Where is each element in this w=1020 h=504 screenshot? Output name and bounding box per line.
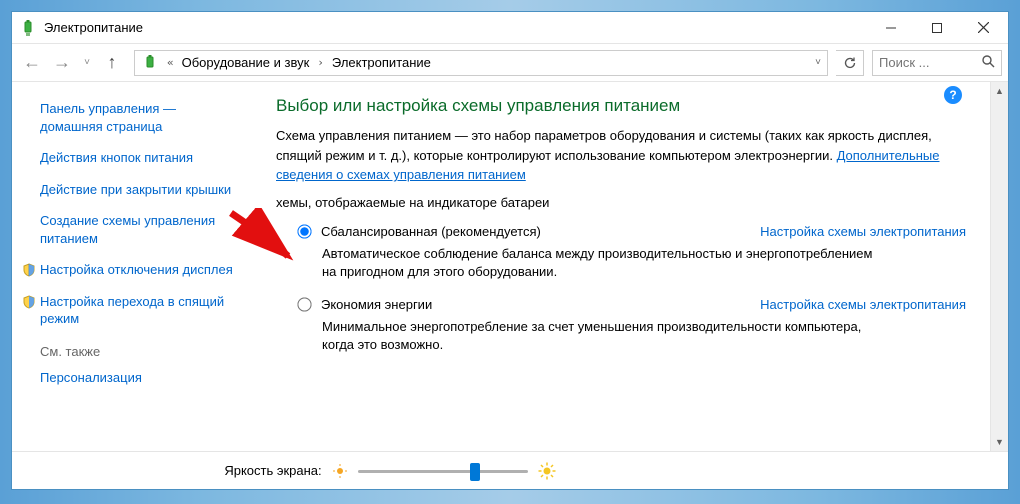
plan-description: Минимальное энергопотребление за счет ум… [322,318,882,354]
scroll-up-button[interactable]: ▲ [991,82,1008,100]
refresh-button[interactable] [836,50,864,76]
group-header: хемы, отображаемые на индикаторе батареи [276,195,966,210]
brightness-label: Яркость экрана: [224,463,321,478]
plan-name: Экономия энергии [321,297,432,312]
sidebar-link[interactable]: Настройка отключения дисплея [40,261,234,279]
nav-history-dropdown[interactable]: ˅ [78,49,96,77]
nav-up-button[interactable]: ↑ [98,49,126,77]
sidebar-link[interactable]: Действие при закрытии крышки [40,181,234,199]
plan-name: Сбалансированная (рекомендуется) [321,224,541,239]
window-title: Электропитание [44,20,868,35]
minimize-button[interactable] [868,13,914,43]
footer-bar: Яркость экрана: [12,451,1008,489]
breadcrumb-sep: › [317,56,324,69]
folder-icon [141,54,159,72]
sidebar-link[interactable]: Настройка перехода в спящий режим [40,293,234,328]
search-icon[interactable] [982,55,995,71]
power-plan: Сбалансированная (рекомендуется) Настрой… [298,224,966,281]
vertical-scrollbar[interactable]: ▲ ▼ [990,82,1008,451]
plan-radio[interactable] [297,297,311,311]
plan-settings-link[interactable]: Настройка схемы электропитания [760,224,966,239]
sidebar-link[interactable]: Создание схемы управления питанием [40,212,234,247]
search-box[interactable] [872,50,1002,76]
plan-settings-link[interactable]: Настройка схемы электропитания [760,297,966,312]
slider-thumb[interactable] [470,463,480,481]
breadcrumb-sep: « [167,56,174,69]
app-icon [20,20,36,36]
breadcrumb-segment[interactable]: Электропитание [332,55,431,70]
nav-bar: ← → ˅ ↑ « Оборудование и звук › Электроп… [12,44,1008,82]
sidebar-link[interactable]: Действия кнопок питания [40,149,234,167]
nav-forward-button[interactable]: → [48,49,76,77]
sun-bright-icon [538,462,556,480]
address-bar[interactable]: « Оборудование и звук › Электропитание ˅ [134,50,828,76]
sidebar: Панель управления — домашняя страница Де… [12,82,248,451]
shield-icon [22,263,36,277]
help-icon[interactable]: ? [944,86,962,104]
close-button[interactable] [960,13,1006,43]
sidebar-home-link[interactable]: Панель управления — домашняя страница [40,100,234,135]
chevron-down-icon[interactable]: ˅ [815,57,821,68]
nav-back-button[interactable]: ← [18,49,46,77]
scroll-down-button[interactable]: ▼ [991,433,1008,451]
brightness-slider[interactable] [358,461,528,481]
title-bar: Электропитание [12,12,1008,44]
slider-track [358,470,528,473]
page-heading: Выбор или настройка схемы управления пит… [276,96,966,116]
main-panel: ? Выбор или настройка схемы управления п… [248,82,990,451]
plan-radio[interactable] [297,224,311,238]
scroll-track[interactable] [991,100,1008,433]
maximize-button[interactable] [914,13,960,43]
sun-dim-icon [332,463,348,479]
breadcrumb-segment[interactable]: Оборудование и звук [182,55,310,70]
sidebar-personalization-link[interactable]: Персонализация [40,369,234,387]
page-description: Схема управления питанием — это набор па… [276,126,966,185]
shield-icon [22,295,36,309]
search-input[interactable] [879,55,967,70]
power-plan: Экономия энергии Настройка схемы электро… [298,297,966,354]
sidebar-section-label: См. также [40,344,234,359]
plan-description: Автоматическое соблюдение баланса между … [322,245,882,281]
